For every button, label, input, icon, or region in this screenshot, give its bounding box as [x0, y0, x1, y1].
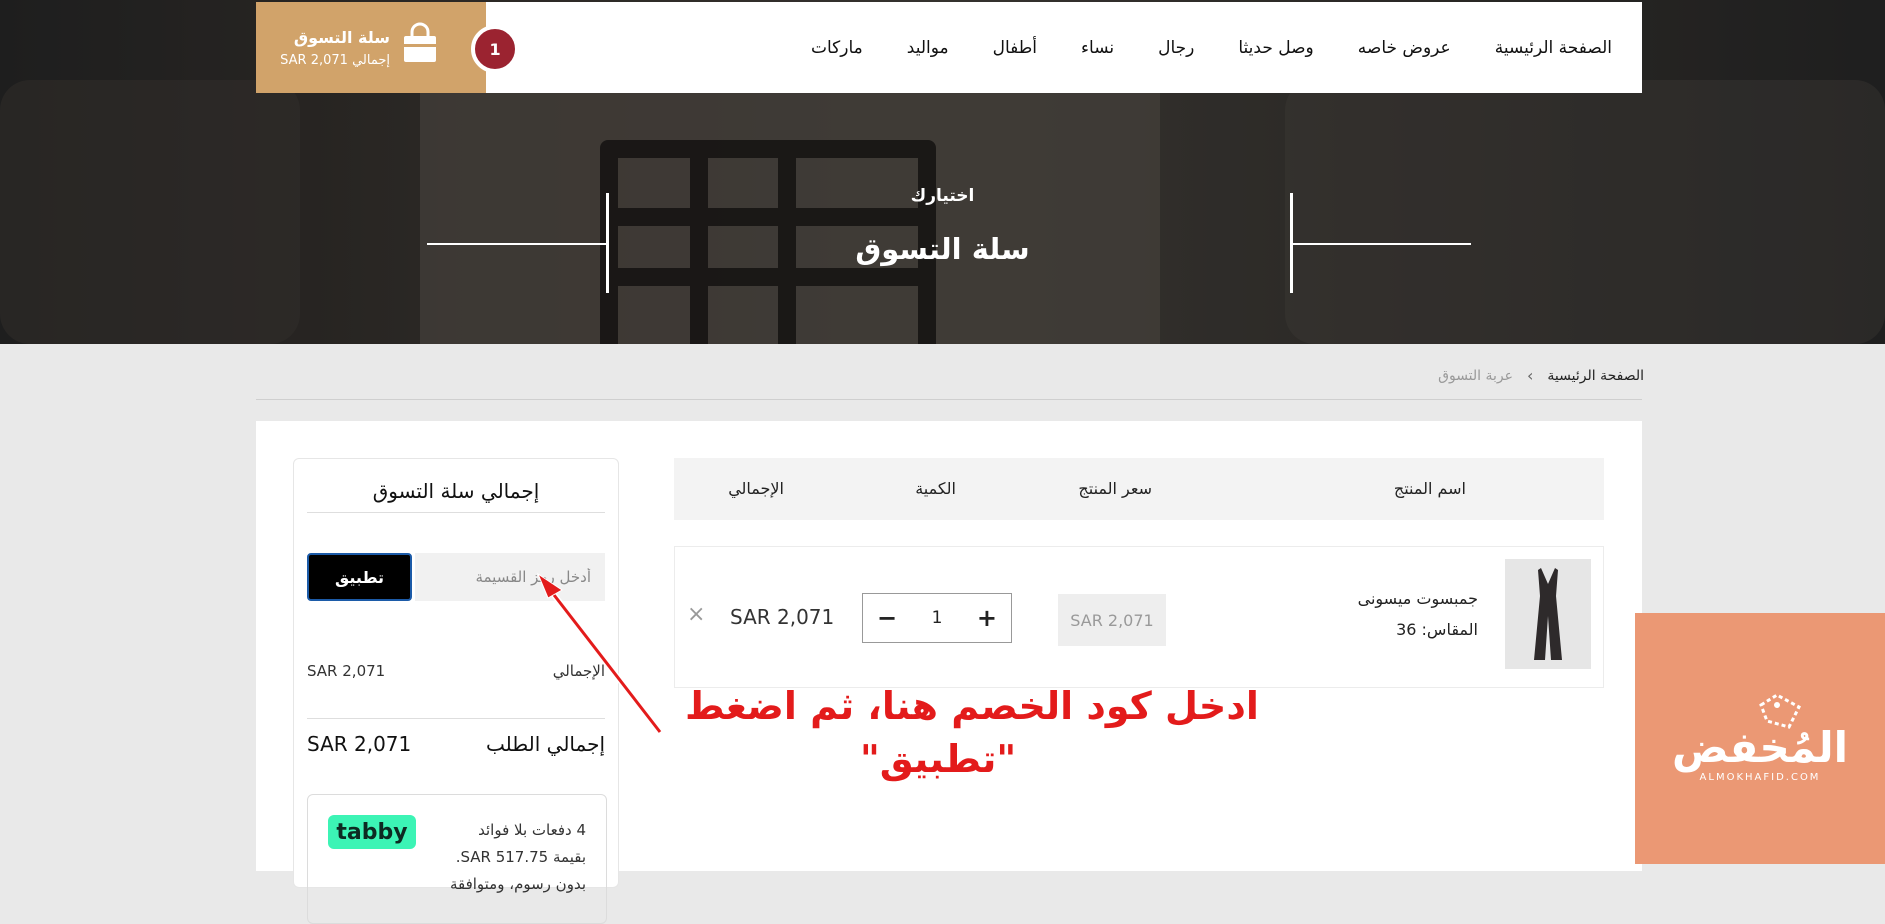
quantity-decrease-button[interactable]: −: [877, 606, 897, 630]
product-thumbnail[interactable]: [1505, 559, 1591, 669]
nav-link-special-offers[interactable]: عروض خاصه: [1358, 38, 1451, 58]
watermark-url: ALMOKHAFID.COM: [1699, 772, 1821, 783]
nav-link-babies[interactable]: مواليد: [907, 38, 949, 58]
nav-link-new-arrivals[interactable]: وصل حديثا: [1238, 38, 1313, 58]
top-navbar: الصفحة الرئيسية عروض خاصه وصل حديثا رجال…: [256, 2, 1642, 93]
annotation-arrow-icon: [536, 572, 663, 734]
product-size-value: 36: [1396, 620, 1417, 639]
tabby-description: 4 دفعات بلا فوائد بقيمة SAR 517.75. بدون…: [421, 817, 586, 898]
mini-cart-button[interactable]: سلة التسوق إجمالي SAR 2,071: [256, 2, 486, 93]
apply-coupon-button[interactable]: تطبيق: [307, 553, 412, 601]
tabby-line: 4 دفعات بلا فوائد: [478, 821, 586, 839]
hero-title: سلة التسوق: [855, 232, 1030, 266]
nav-link-women[interactable]: نساء: [1081, 38, 1114, 58]
quantity-value[interactable]: 1: [932, 608, 943, 628]
quantity-stepper: + 1 −: [862, 593, 1012, 643]
breadcrumb-divider: [256, 399, 1642, 400]
hero-subtitle: اختيارك: [910, 186, 975, 206]
annotation-instruction: ادخل كود الخصم هنا، ثم اضغط: [685, 684, 1259, 728]
summary-divider: [307, 512, 605, 513]
watermark-logo-text: المُخفض: [1671, 723, 1849, 772]
subtotal-value: SAR 2,071: [307, 662, 386, 680]
quantity-increase-button[interactable]: +: [977, 606, 997, 630]
remove-item-close-icon[interactable]: ×: [687, 604, 705, 626]
column-header-product-name: اسم المنتج: [1393, 479, 1466, 498]
nav-link-kids[interactable]: أطفال: [993, 38, 1037, 58]
chevron-left-icon: ›: [1527, 366, 1534, 385]
cart-table-header: اسم المنتج سعر المنتج الكمية الإجمالي: [674, 458, 1604, 520]
column-header-total: الإجمالي: [728, 479, 784, 498]
annotation-instruction-button-name: "تطبيق": [860, 737, 1017, 781]
cart-main-panel: اسم المنتج سعر المنتج الكمية الإجمالي جم…: [256, 421, 1642, 924]
nav-menu: الصفحة الرئيسية عروض خاصه وصل حديثا رجال…: [811, 2, 1612, 93]
column-header-product-price: سعر المنتج: [1078, 479, 1152, 498]
cart-item-row: جمبسوت ميسونى المقاس: 36 SAR 2,071 + 1 −…: [674, 546, 1604, 688]
breadcrumb-current: عربة التسوق: [1438, 367, 1513, 384]
watermark-tab: المُخفض ALMOKHAFID.COM: [1635, 613, 1885, 864]
column-header-quantity: الكمية: [915, 479, 956, 498]
tabby-installments-box[interactable]: tabby 4 دفعات بلا فوائد بقيمة SAR 517.75…: [307, 794, 607, 924]
tabby-logo: tabby: [328, 815, 416, 849]
breadcrumb-home-link[interactable]: الصفحة الرئيسية: [1547, 368, 1644, 384]
cart-summary-title: إجمالي سلة التسوق: [372, 479, 540, 503]
product-size: المقاس: 36: [1396, 620, 1478, 639]
nav-link-brands[interactable]: ماركات: [811, 38, 863, 58]
cart-count-badge[interactable]: 1: [471, 25, 519, 73]
breadcrumb: الصفحة الرئيسية › عربة التسوق: [1438, 366, 1644, 385]
tabby-line: بقيمة SAR 517.75.: [455, 848, 586, 866]
product-name-link[interactable]: جمبسوت ميسونى: [1358, 589, 1478, 608]
product-unit-price: SAR 2,071: [1058, 594, 1166, 646]
tabby-line: بدون رسوم، ومتوافقة: [449, 875, 586, 893]
mini-cart-total: إجمالي SAR 2,071: [280, 53, 390, 68]
nav-link-home[interactable]: الصفحة الرئيسية: [1495, 38, 1612, 58]
shopping-bag-icon: [404, 22, 436, 62]
mini-cart-title: سلة التسوق: [293, 28, 390, 47]
product-size-label: المقاس:: [1421, 620, 1478, 639]
product-line-total: SAR 2,071: [730, 605, 835, 629]
order-total-value: SAR 2,071: [307, 732, 412, 756]
nav-link-men[interactable]: رجال: [1158, 38, 1194, 58]
jumpsuit-image: [1534, 568, 1562, 660]
